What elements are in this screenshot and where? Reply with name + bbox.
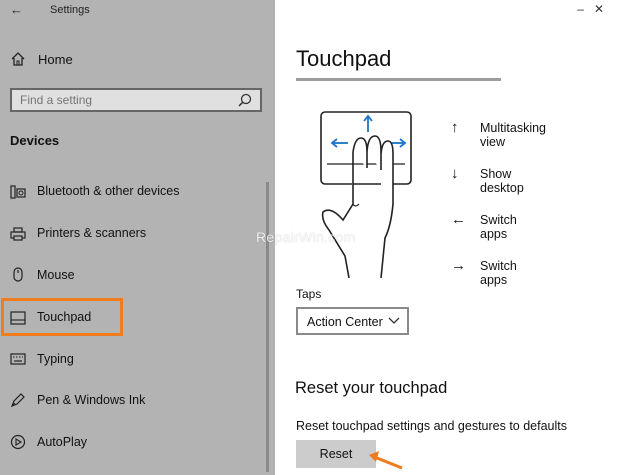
home-link[interactable]: Home xyxy=(0,46,275,74)
sidebar-item-bluetooth[interactable]: Bluetooth & other devices xyxy=(0,174,266,210)
sidebar-item-typing[interactable]: Typing xyxy=(0,342,266,378)
three-finger-gesture-illustration xyxy=(320,111,412,279)
sidebar-item-label: Pen & Windows Ink xyxy=(37,393,146,407)
taps-dropdown[interactable]: Action Center xyxy=(296,307,409,335)
sidebar-item-label: Mouse xyxy=(37,268,75,282)
sidebar-item-mouse[interactable]: Mouse xyxy=(0,258,266,294)
home-label: Home xyxy=(38,52,73,67)
search-input[interactable] xyxy=(20,93,220,107)
selection-highlight xyxy=(1,298,123,336)
sidebar: ← Settings Home Devices Bluetooth & othe… xyxy=(0,0,275,475)
gesture-label: Show desktop xyxy=(480,167,524,195)
search-box[interactable] xyxy=(10,88,262,112)
sidebar-item-label: Printers & scanners xyxy=(37,226,147,240)
gesture-label: Multitasking view xyxy=(480,121,546,149)
arrow-down-icon: ↓ xyxy=(451,165,459,182)
sidebar-item-label: Typing xyxy=(37,352,74,366)
arrow-up-icon: ↑ xyxy=(451,119,459,136)
watermark: RepairWin.com xyxy=(256,229,356,245)
reset-button[interactable]: Reset xyxy=(296,440,376,468)
chevron-down-icon xyxy=(388,317,400,324)
sidebar-item-label: AutoPlay xyxy=(37,435,88,449)
bluetooth-devices-icon xyxy=(10,185,26,199)
title-underline xyxy=(296,78,501,81)
section-title: Devices xyxy=(10,133,60,148)
sidebar-item-printers[interactable]: Printers & scanners xyxy=(0,216,266,252)
mouse-icon xyxy=(13,267,23,282)
pen-icon xyxy=(10,393,25,408)
gesture-label: Switch apps xyxy=(480,259,517,287)
arrow-left-icon: ← xyxy=(451,211,466,228)
sidebar-item-label: Bluetooth & other devices xyxy=(37,184,180,198)
page-title: Touchpad xyxy=(296,46,392,71)
reset-description: Reset touchpad settings and gestures to … xyxy=(296,419,568,433)
window-controls[interactable]: –✕ xyxy=(577,2,614,16)
sidebar-item-pen[interactable]: Pen & Windows Ink xyxy=(0,383,266,419)
sidebar-item-autoplay[interactable]: AutoPlay xyxy=(0,425,266,461)
autoplay-icon xyxy=(10,434,26,450)
reset-heading: Reset your touchpad xyxy=(295,379,448,397)
back-arrow-icon[interactable]: ← xyxy=(10,2,23,17)
orange-pointer-arrow-icon xyxy=(369,451,403,470)
home-icon xyxy=(11,52,25,66)
search-icon[interactable] xyxy=(238,93,252,107)
title-bar: ← Settings xyxy=(0,0,275,24)
taps-dropdown-value: Action Center xyxy=(307,315,383,329)
app-title: Settings xyxy=(50,4,90,16)
sidebar-scrollbar[interactable] xyxy=(266,182,269,472)
arrow-right-icon: → xyxy=(451,257,466,274)
keyboard-icon xyxy=(10,353,26,365)
taps-label: Taps xyxy=(296,287,322,301)
gesture-label: Switch apps xyxy=(480,213,517,241)
printer-icon xyxy=(10,227,26,241)
